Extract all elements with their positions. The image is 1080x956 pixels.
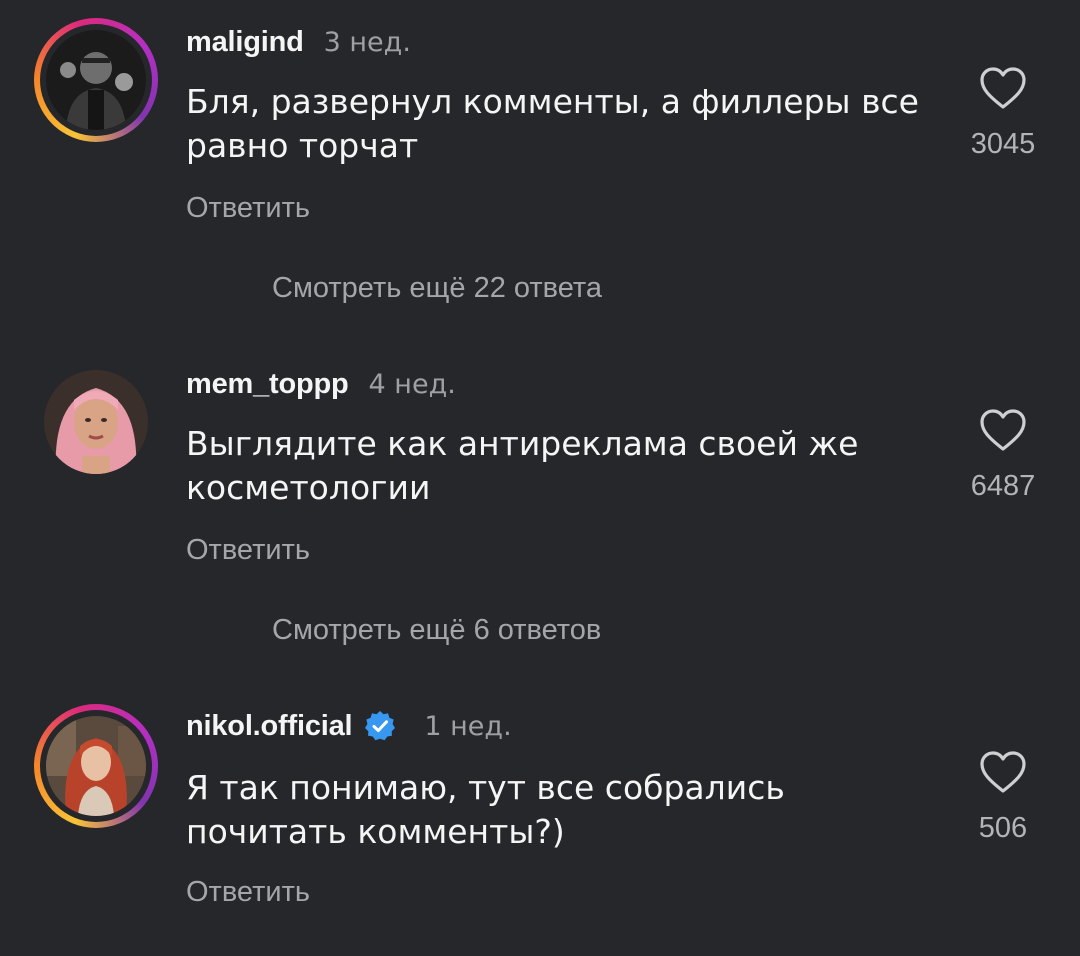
avatar-inner	[40, 24, 152, 136]
view-more-replies-button[interactable]: Смотреть ещё 6 ответов	[272, 614, 601, 647]
like-count: 3045	[970, 128, 1036, 160]
timestamp: 1 нед.	[424, 710, 512, 742]
comment-text: Я так понимаю, тут все собрались почитат…	[186, 766, 946, 854]
like-count: 6487	[970, 470, 1036, 502]
avatar-maligind	[46, 30, 146, 130]
story-ring-nikol-official[interactable]	[34, 704, 158, 828]
heart-outline-icon[interactable]	[979, 66, 1027, 110]
comment-header: mem_toppp 4 нед.	[186, 364, 456, 404]
comment-text-line2: равно торчат	[186, 126, 419, 165]
avatar-mem-toppp[interactable]	[44, 370, 148, 474]
username[interactable]: maligind	[186, 26, 304, 59]
verified-badge-icon	[365, 711, 396, 741]
comment-text-line1: Выглядите как антиреклама своей же	[186, 424, 859, 463]
like-block: 506	[958, 750, 1048, 845]
comment-header: nikol.official 1 нед.	[186, 706, 512, 746]
username[interactable]: nikol.official	[186, 710, 353, 743]
timestamp: 4 нед.	[368, 368, 456, 400]
username[interactable]: mem_toppp	[186, 368, 349, 401]
timestamp: 3 нед.	[323, 26, 411, 58]
reply-button[interactable]: Ответить	[186, 876, 310, 909]
reply-button[interactable]: Ответить	[186, 534, 310, 567]
story-ring-maligind[interactable]	[34, 18, 158, 142]
heart-outline-icon[interactable]	[979, 408, 1027, 452]
avatar-nikol-official	[46, 716, 146, 816]
like-count: 506	[978, 812, 1028, 844]
comment-text: Выглядите как антиреклама своей же косме…	[186, 422, 946, 510]
comment-text-line1: Я так понимаю, тут все собрались	[186, 768, 785, 807]
comment-text-line2: косметологии	[186, 468, 431, 507]
comment-text-line2: почитать комменты?)	[186, 812, 565, 851]
view-more-replies-button[interactable]: Смотреть ещё 22 ответа	[272, 272, 602, 305]
comment-text: Бля, развернул комменты, а филлеры все р…	[186, 80, 946, 168]
like-block: 6487	[958, 408, 1048, 503]
comment-text-line1: Бля, развернул комменты, а филлеры все	[186, 82, 919, 121]
reply-button[interactable]: Ответить	[186, 192, 310, 225]
avatar-inner	[40, 710, 152, 822]
comment-header: maligind 3 нед.	[186, 22, 411, 62]
heart-outline-icon[interactable]	[979, 750, 1027, 794]
like-block: 3045	[958, 66, 1048, 161]
